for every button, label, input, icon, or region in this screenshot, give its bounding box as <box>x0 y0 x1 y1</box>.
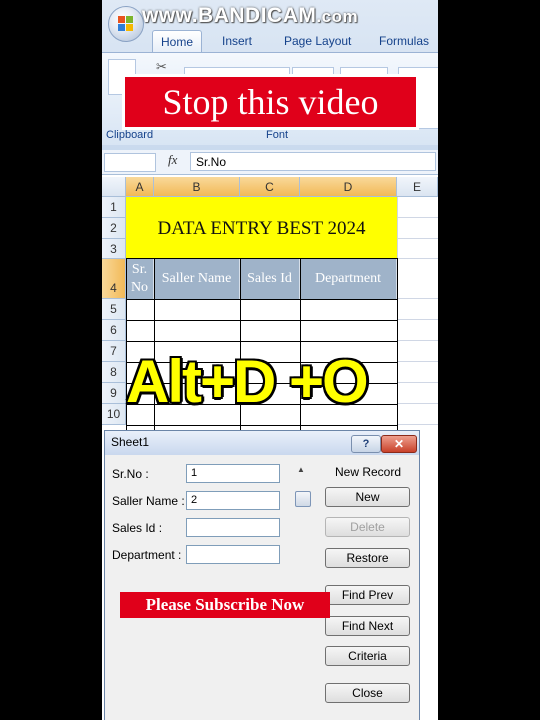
tab-home[interactable]: Home <box>152 30 203 53</box>
dialog-title: Sheet1 <box>111 435 150 449</box>
office-logo-icon <box>118 16 134 32</box>
banner-text: Stop this video <box>125 77 416 127</box>
group-label-font: Font <box>266 129 289 141</box>
find-next-button[interactable]: Find Next <box>325 616 410 636</box>
bandicam-watermark: www.BANDICAM.com <box>142 4 359 27</box>
fx-icon[interactable]: fx <box>168 152 177 168</box>
new-button[interactable]: New <box>325 487 410 507</box>
stop-video-banner: Stop this video <box>122 74 419 130</box>
sales-id-input[interactable] <box>186 518 280 537</box>
dialog-body: Sr.No : 1 Saller Name : 2 Sales Id : Dep… <box>105 455 419 720</box>
header-sr-no[interactable]: Sr. No <box>126 259 154 299</box>
delete-button[interactable]: Delete <box>325 517 410 537</box>
col-header-d[interactable]: D <box>300 177 397 197</box>
subscribe-banner: Please Subscribe Now <box>120 592 330 618</box>
header-sales-id[interactable]: Sales Id <box>240 259 300 299</box>
data-form-dialog: Sheet1 ? ✕ Sr.No : 1 Saller Name : 2 Sal… <box>104 430 420 720</box>
col-header-c[interactable]: C <box>240 177 300 197</box>
col-header-a[interactable]: A <box>126 177 154 197</box>
row-header-8[interactable]: 8 <box>102 362 126 383</box>
col-header-e[interactable]: E <box>397 177 438 197</box>
label-sales-id: Sales Id : <box>112 521 163 535</box>
header-saller-name[interactable]: Saller Name <box>154 259 240 299</box>
find-prev-button[interactable]: Find Prev <box>325 585 410 605</box>
row-header-4[interactable]: 4 <box>102 259 126 299</box>
label-department: Department : <box>112 548 182 562</box>
scroll-thumb[interactable] <box>295 491 311 507</box>
tab-formulas[interactable]: Formulas <box>379 30 429 52</box>
row-header-9[interactable]: 9 <box>102 383 126 404</box>
ribbon-tabs: Home Insert Page Layout Formulas <box>146 30 438 53</box>
row-header-3[interactable]: 3 <box>102 239 126 259</box>
row-header-1[interactable]: 1 <box>102 197 126 218</box>
sheet-title: DATA ENTRY BEST 2024 <box>157 218 366 239</box>
header-department[interactable]: Department <box>300 259 397 299</box>
row-header-2[interactable]: 2 <box>102 218 126 239</box>
group-label-clipboard: Clipboard <box>106 129 154 141</box>
excel-window: www.BANDICAM.com Home Insert Page Layout… <box>102 0 438 720</box>
tab-page-layout[interactable]: Page Layout <box>284 30 351 52</box>
label-saller-name: Saller Name : <box>112 494 185 508</box>
formula-input[interactable]: Sr.No <box>190 152 436 171</box>
select-all-corner[interactable] <box>102 177 126 197</box>
scroll-up-icon[interactable]: ▲ <box>297 465 305 474</box>
row-header-7[interactable]: 7 <box>102 341 126 362</box>
help-button[interactable]: ? <box>351 435 381 453</box>
criteria-button[interactable]: Criteria <box>325 646 410 666</box>
sr-no-input[interactable]: 1 <box>186 464 280 483</box>
worksheet-grid: A B C D E 1 2 3 4 5 6 7 8 9 10 DATA ENTR… <box>102 177 438 437</box>
label-sr-no: Sr.No : <box>112 467 149 481</box>
restore-button[interactable]: Restore <box>325 548 410 568</box>
formula-bar: fx Sr.No <box>102 150 438 175</box>
department-input[interactable] <box>186 545 280 564</box>
name-box[interactable] <box>104 153 156 172</box>
ribbon: www.BANDICAM.com Home Insert Page Layout… <box>102 0 438 150</box>
row-header-6[interactable]: 6 <box>102 320 126 341</box>
dialog-titlebar[interactable]: Sheet1 ? ✕ <box>105 431 419 456</box>
row-header-5[interactable]: 5 <box>102 299 126 320</box>
saller-name-input[interactable]: 2 <box>186 491 280 510</box>
cut-icon[interactable]: ✂ <box>156 59 167 75</box>
record-status: New Record <box>335 465 402 479</box>
row-header-10[interactable]: 10 <box>102 404 126 425</box>
close-button[interactable]: Close <box>325 683 410 703</box>
shortcut-overlay: Alt+D +O <box>126 348 369 415</box>
close-icon[interactable]: ✕ <box>381 435 417 453</box>
tab-insert[interactable]: Insert <box>222 30 252 52</box>
col-header-b[interactable]: B <box>154 177 240 197</box>
office-button[interactable] <box>108 6 144 42</box>
